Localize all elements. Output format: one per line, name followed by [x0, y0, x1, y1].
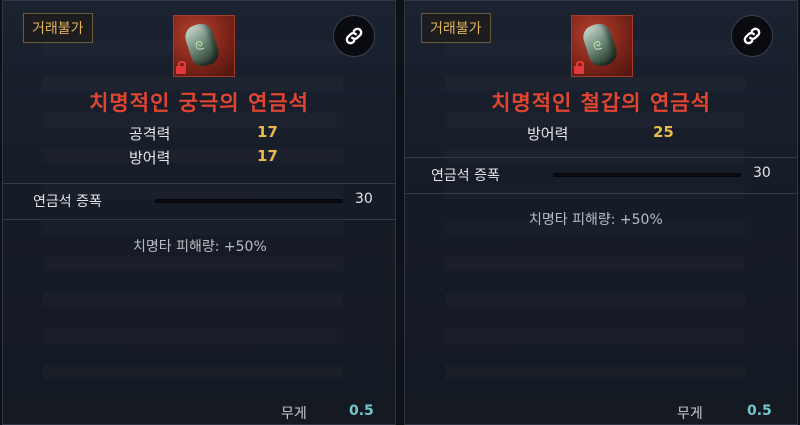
lock-icon [574, 61, 584, 74]
alchemy-stone-icon: ᘓ [571, 15, 633, 77]
weight-value: 0.5 [747, 403, 772, 419]
stone-shape: ᘓ [182, 20, 222, 70]
trade-restriction-badge: 거래불가 [421, 13, 491, 43]
weight-value: 0.5 [349, 403, 374, 419]
divider [405, 193, 797, 194]
stat-label-defense: 방어력 [129, 149, 171, 167]
stat-label-attack: 공격력 [129, 125, 171, 143]
alchemy-stone-icon: ᘓ [173, 15, 235, 77]
link-icon [345, 27, 363, 45]
item-name: 치명적인 궁극의 연금석 [89, 91, 309, 115]
item-tooltip-card-2: 거래불가 ᘓ 치명적인 철갑의 연금석 방어력 25 연금석 증폭 30 치명타… [404, 0, 798, 425]
divider [3, 183, 395, 184]
weight-label: 무게 [281, 406, 307, 422]
divider [405, 157, 797, 158]
lock-icon [176, 61, 186, 74]
trade-restriction-badge: 거래불가 [23, 13, 93, 43]
amplification-label: 연금석 증폭 [33, 194, 102, 210]
amplification-value: 30 [355, 191, 373, 207]
effect-text: 치명타 피해량: +50% [133, 239, 267, 255]
weight-label: 무게 [677, 406, 703, 422]
item-tooltip-card-1: 거래불가 ᘓ 치명적인 궁극의 연금석 공격력 17 방어력 17 연금석 증폭… [2, 0, 396, 425]
stat-label-defense: 방어력 [527, 125, 569, 143]
link-icon [743, 27, 761, 45]
link-button[interactable] [731, 15, 773, 57]
stat-value-attack: 17 [257, 123, 278, 141]
stat-value-defense: 25 [653, 123, 674, 141]
effect-text: 치명타 피해량: +50% [529, 212, 663, 228]
amplification-value: 30 [753, 165, 771, 181]
amplification-label: 연금석 증폭 [431, 168, 500, 184]
item-name: 치명적인 철갑의 연금석 [491, 91, 711, 115]
link-button[interactable] [333, 15, 375, 57]
stone-shape: ᘓ [580, 20, 620, 70]
amplification-bar [155, 199, 343, 203]
divider [3, 219, 395, 220]
stat-value-defense: 17 [257, 147, 278, 165]
amplification-bar [553, 173, 741, 177]
